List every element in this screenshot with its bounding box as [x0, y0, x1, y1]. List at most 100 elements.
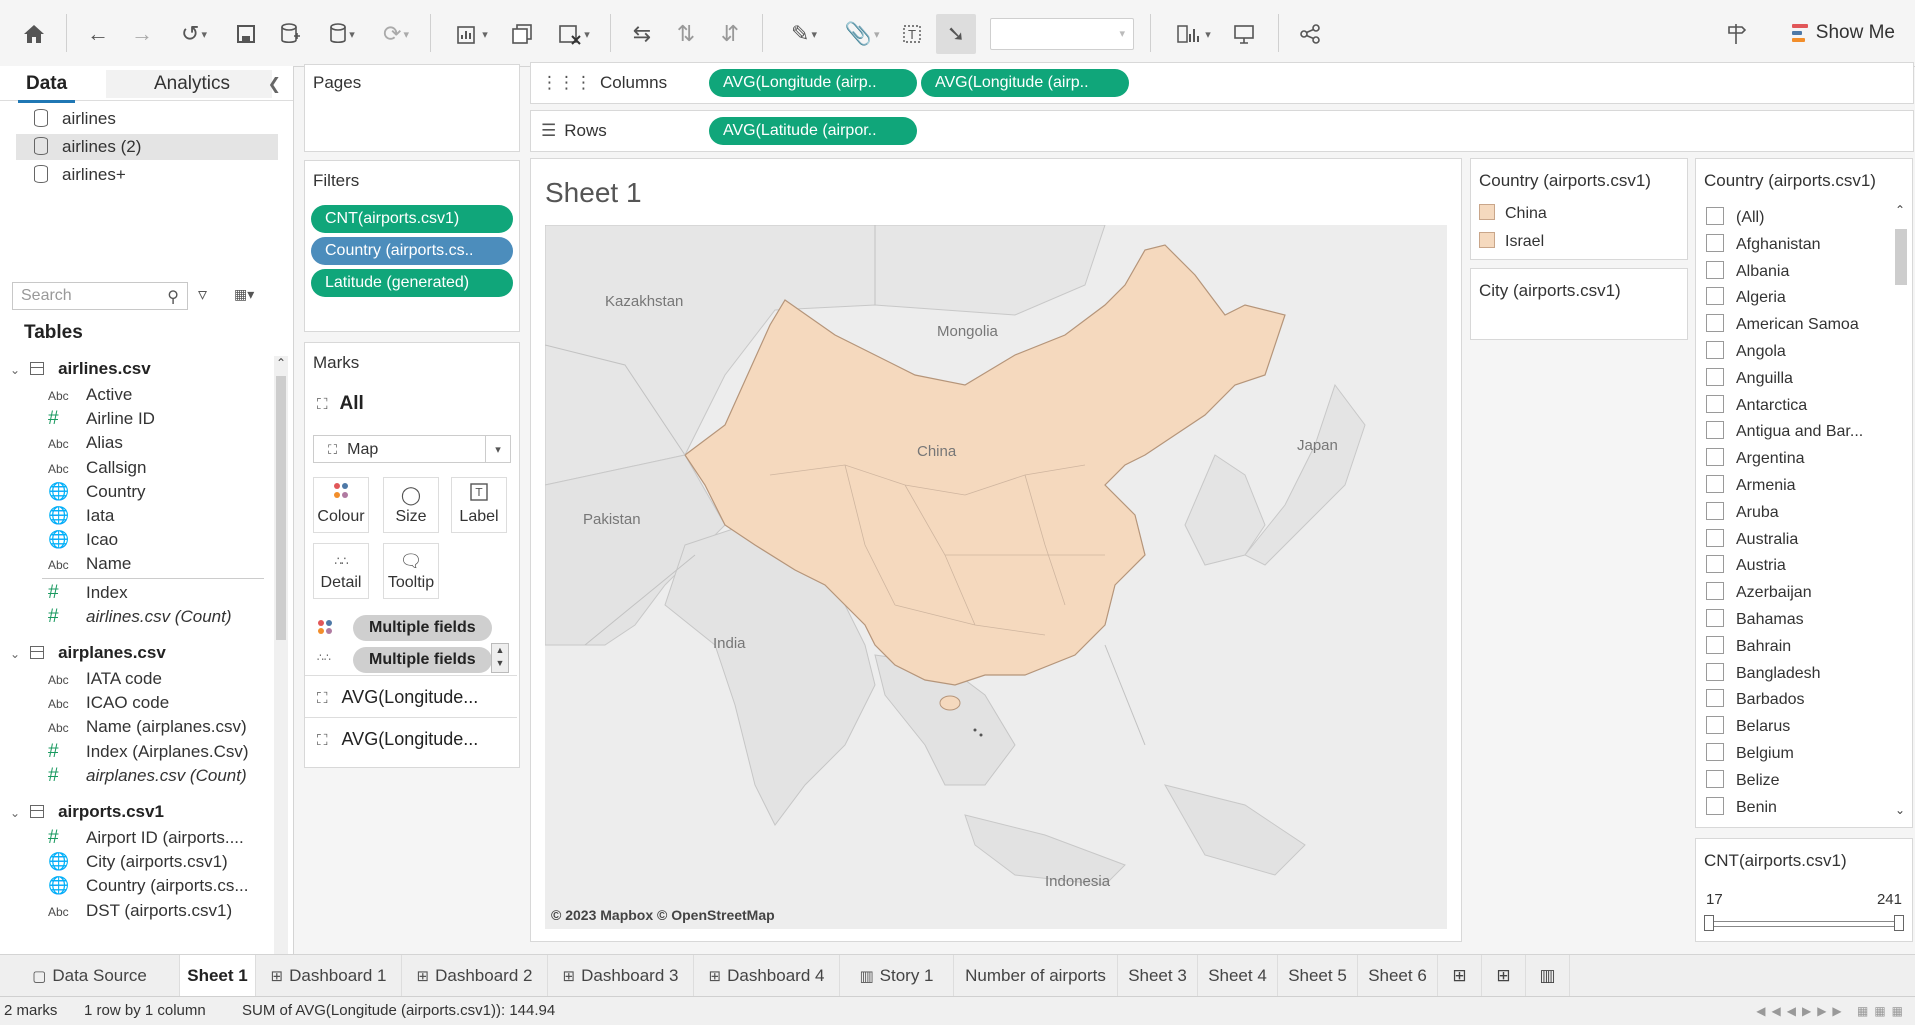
filter-checkbox-item[interactable]: Belize	[1706, 769, 1780, 792]
field-item[interactable]: # Airport ID (airports....	[48, 825, 244, 851]
checkbox[interactable]	[1706, 501, 1724, 520]
rows-shelf[interactable]: ☰ Rows AVG(Latitude (airpor..	[530, 110, 1914, 152]
filter-checkbox-item[interactable]: Algeria	[1706, 287, 1786, 309]
scroll-down-icon[interactable]: ⌄	[1895, 803, 1905, 817]
new-datasource-icon[interactable]	[274, 18, 306, 50]
sheet-tab[interactable]: Sheet 3	[1118, 955, 1198, 997]
home-icon[interactable]	[18, 18, 50, 50]
data-pane-scrollbar[interactable]: ⌃ ⌄	[274, 356, 288, 1018]
field-item[interactable]: Abc Callsign	[48, 455, 146, 481]
refresh-icon[interactable]: ⟳ ▾	[372, 18, 420, 50]
collapse-pane-icon[interactable]: ❮	[268, 74, 281, 94]
row-pill[interactable]: AVG(Latitude (airpor..	[709, 117, 917, 145]
checkbox[interactable]	[1706, 421, 1724, 440]
scroll-thumb[interactable]	[1895, 229, 1907, 285]
marks-all-tab[interactable]: ⛶ All	[317, 393, 364, 415]
range-slider-track[interactable]	[1706, 921, 1900, 927]
status-navigation-icons[interactable]: ◀◀◀▶▶▶ ▦▦▦	[1756, 997, 1909, 1025]
filter-pill[interactable]: CNT(airports.csv1)	[311, 205, 513, 233]
checkbox[interactable]	[1706, 716, 1724, 735]
field-item[interactable]: 🌐 Country	[48, 479, 146, 505]
field-item[interactable]: Abc DST (airports.csv1)	[48, 898, 232, 924]
clear-sheet-icon[interactable]: ▾	[548, 18, 600, 50]
field-item[interactable]: Abc IATA code	[48, 666, 162, 692]
filter-checkbox-item[interactable]: Barbados	[1706, 689, 1805, 711]
pause-updates-icon[interactable]: ▾	[318, 18, 366, 50]
checkbox[interactable]	[1706, 367, 1724, 386]
filter-checkbox-item[interactable]: Antigua and Bar...	[1706, 421, 1863, 443]
field-item[interactable]: # Index (Airplanes.Csv)	[48, 739, 249, 765]
show-labels-icon[interactable]: T	[896, 18, 928, 50]
checkbox[interactable]	[1706, 207, 1724, 225]
filter-checkbox-item[interactable]: Austria	[1706, 555, 1786, 577]
datasource-item[interactable]: airlines+	[16, 162, 278, 188]
sheet-tab[interactable]: Sheet 5	[1278, 955, 1358, 997]
filter-checkbox-item[interactable]: Benin	[1706, 796, 1777, 819]
highlight-icon[interactable]: ✎ ▾	[778, 18, 830, 50]
checkbox[interactable]	[1706, 314, 1724, 333]
signpost-icon[interactable]	[1720, 18, 1752, 50]
field-item[interactable]: # Index	[48, 580, 128, 606]
new-story-icon[interactable]: ▥	[1526, 955, 1570, 997]
filter-checkbox-item[interactable]: Angola	[1706, 341, 1786, 363]
filter-checkbox-item[interactable]: Armenia	[1706, 475, 1796, 497]
field-item[interactable]: 🌐 City (airports.csv1)	[48, 849, 228, 875]
column-pill[interactable]: AVG(Longitude (airp..	[709, 69, 917, 97]
mark-type-dropdown[interactable]: ⛶ Map ▾	[313, 435, 511, 463]
checkbox[interactable]	[1706, 769, 1724, 788]
new-worksheet-icon[interactable]: ⊞	[1438, 955, 1482, 997]
hainan-region[interactable]	[939, 695, 961, 711]
marks-shelf-scroll[interactable]: ▲ ▼	[491, 643, 509, 673]
sheet-tab[interactable]: Sheet 4	[1198, 955, 1278, 997]
filter-checkbox-item[interactable]: Azerbaijan	[1706, 582, 1812, 604]
field-item[interactable]: Abc ICAO code	[48, 690, 169, 716]
colour-button[interactable]: Colour	[313, 477, 369, 533]
datasource-item-selected[interactable]: airlines (2)	[16, 134, 278, 160]
filter-icon[interactable]: ▿	[198, 284, 207, 305]
checkbox[interactable]	[1706, 394, 1724, 413]
checkbox[interactable]	[1706, 260, 1724, 279]
map-attribution[interactable]: © 2023 Mapbox © OpenStreetMap	[551, 907, 775, 923]
duplicate-sheet-icon[interactable]	[506, 18, 538, 50]
table-header[interactable]: ⌄ airplanes.csv	[10, 640, 166, 666]
sheet-tab[interactable]: Sheet 1	[180, 955, 256, 997]
filter-checkbox-item[interactable]: Albania	[1706, 260, 1789, 283]
checkbox[interactable]	[1706, 689, 1724, 708]
sheet-tab[interactable]: ⊞ Dashboard 1	[256, 955, 402, 997]
legend-item-china[interactable]: China	[1479, 203, 1547, 225]
range-max-handle[interactable]	[1894, 915, 1904, 931]
checkbox[interactable]	[1706, 528, 1724, 547]
pages-shelf[interactable]: Pages	[304, 64, 520, 152]
field-item[interactable]: # airlines.csv (Count)	[48, 604, 232, 630]
detail-button[interactable]: ∴∴ Detail	[313, 543, 369, 599]
sheet-tab[interactable]: Sheet 6	[1358, 955, 1438, 997]
filter-list-scrollbar[interactable]: ⌃ ⌄	[1894, 203, 1908, 817]
group-icon[interactable]: 📎 ▾	[836, 18, 888, 50]
sheet-tab[interactable]: ▢ Data Source	[0, 955, 180, 997]
field-item[interactable]: Abc Name	[48, 551, 131, 577]
filter-checkbox-item[interactable]: Australia	[1706, 528, 1798, 551]
filter-checkbox-item[interactable]: Belgium	[1706, 743, 1794, 765]
sheet-tab[interactable]: ⊞ Dashboard 2	[402, 955, 548, 997]
field-item[interactable]: 🌐 Country (airports.cs...	[48, 873, 249, 899]
scroll-up-icon[interactable]: ⌃	[1895, 203, 1905, 217]
sort-descending-icon[interactable]: ⇵	[714, 18, 746, 50]
field-item[interactable]: Abc Alias	[48, 430, 123, 456]
tab-data[interactable]: Data	[17, 70, 76, 103]
show-cards-icon[interactable]: ▾	[1170, 18, 1218, 50]
filter-checkbox-item[interactable]: Bahrain	[1706, 635, 1791, 658]
label-button[interactable]: T Label	[451, 477, 507, 533]
mark-layer[interactable]: ⛶ AVG(Longitude...	[305, 717, 517, 760]
filter-pill[interactable]: Latitude (generated)	[311, 269, 513, 297]
filter-checkbox-item[interactable]: Afghanistan	[1706, 233, 1821, 256]
view-options-icon[interactable]: ▦▾	[234, 286, 254, 303]
field-item[interactable]: 🌐 Iata	[48, 503, 114, 529]
filter-checkbox-item[interactable]: Aruba	[1706, 501, 1779, 524]
sort-ascending-icon[interactable]: ⇅	[670, 18, 702, 50]
checkbox[interactable]	[1706, 233, 1724, 252]
sheet-tab[interactable]: ⊞ Dashboard 4	[694, 955, 840, 997]
tooltip-button[interactable]: 🗨 Tooltip	[383, 543, 439, 599]
tab-analytics[interactable]: Analytics	[106, 70, 272, 98]
sheet-tab[interactable]: ▥ Story 1	[840, 955, 954, 997]
scroll-up-icon[interactable]: ⌃	[276, 356, 286, 370]
